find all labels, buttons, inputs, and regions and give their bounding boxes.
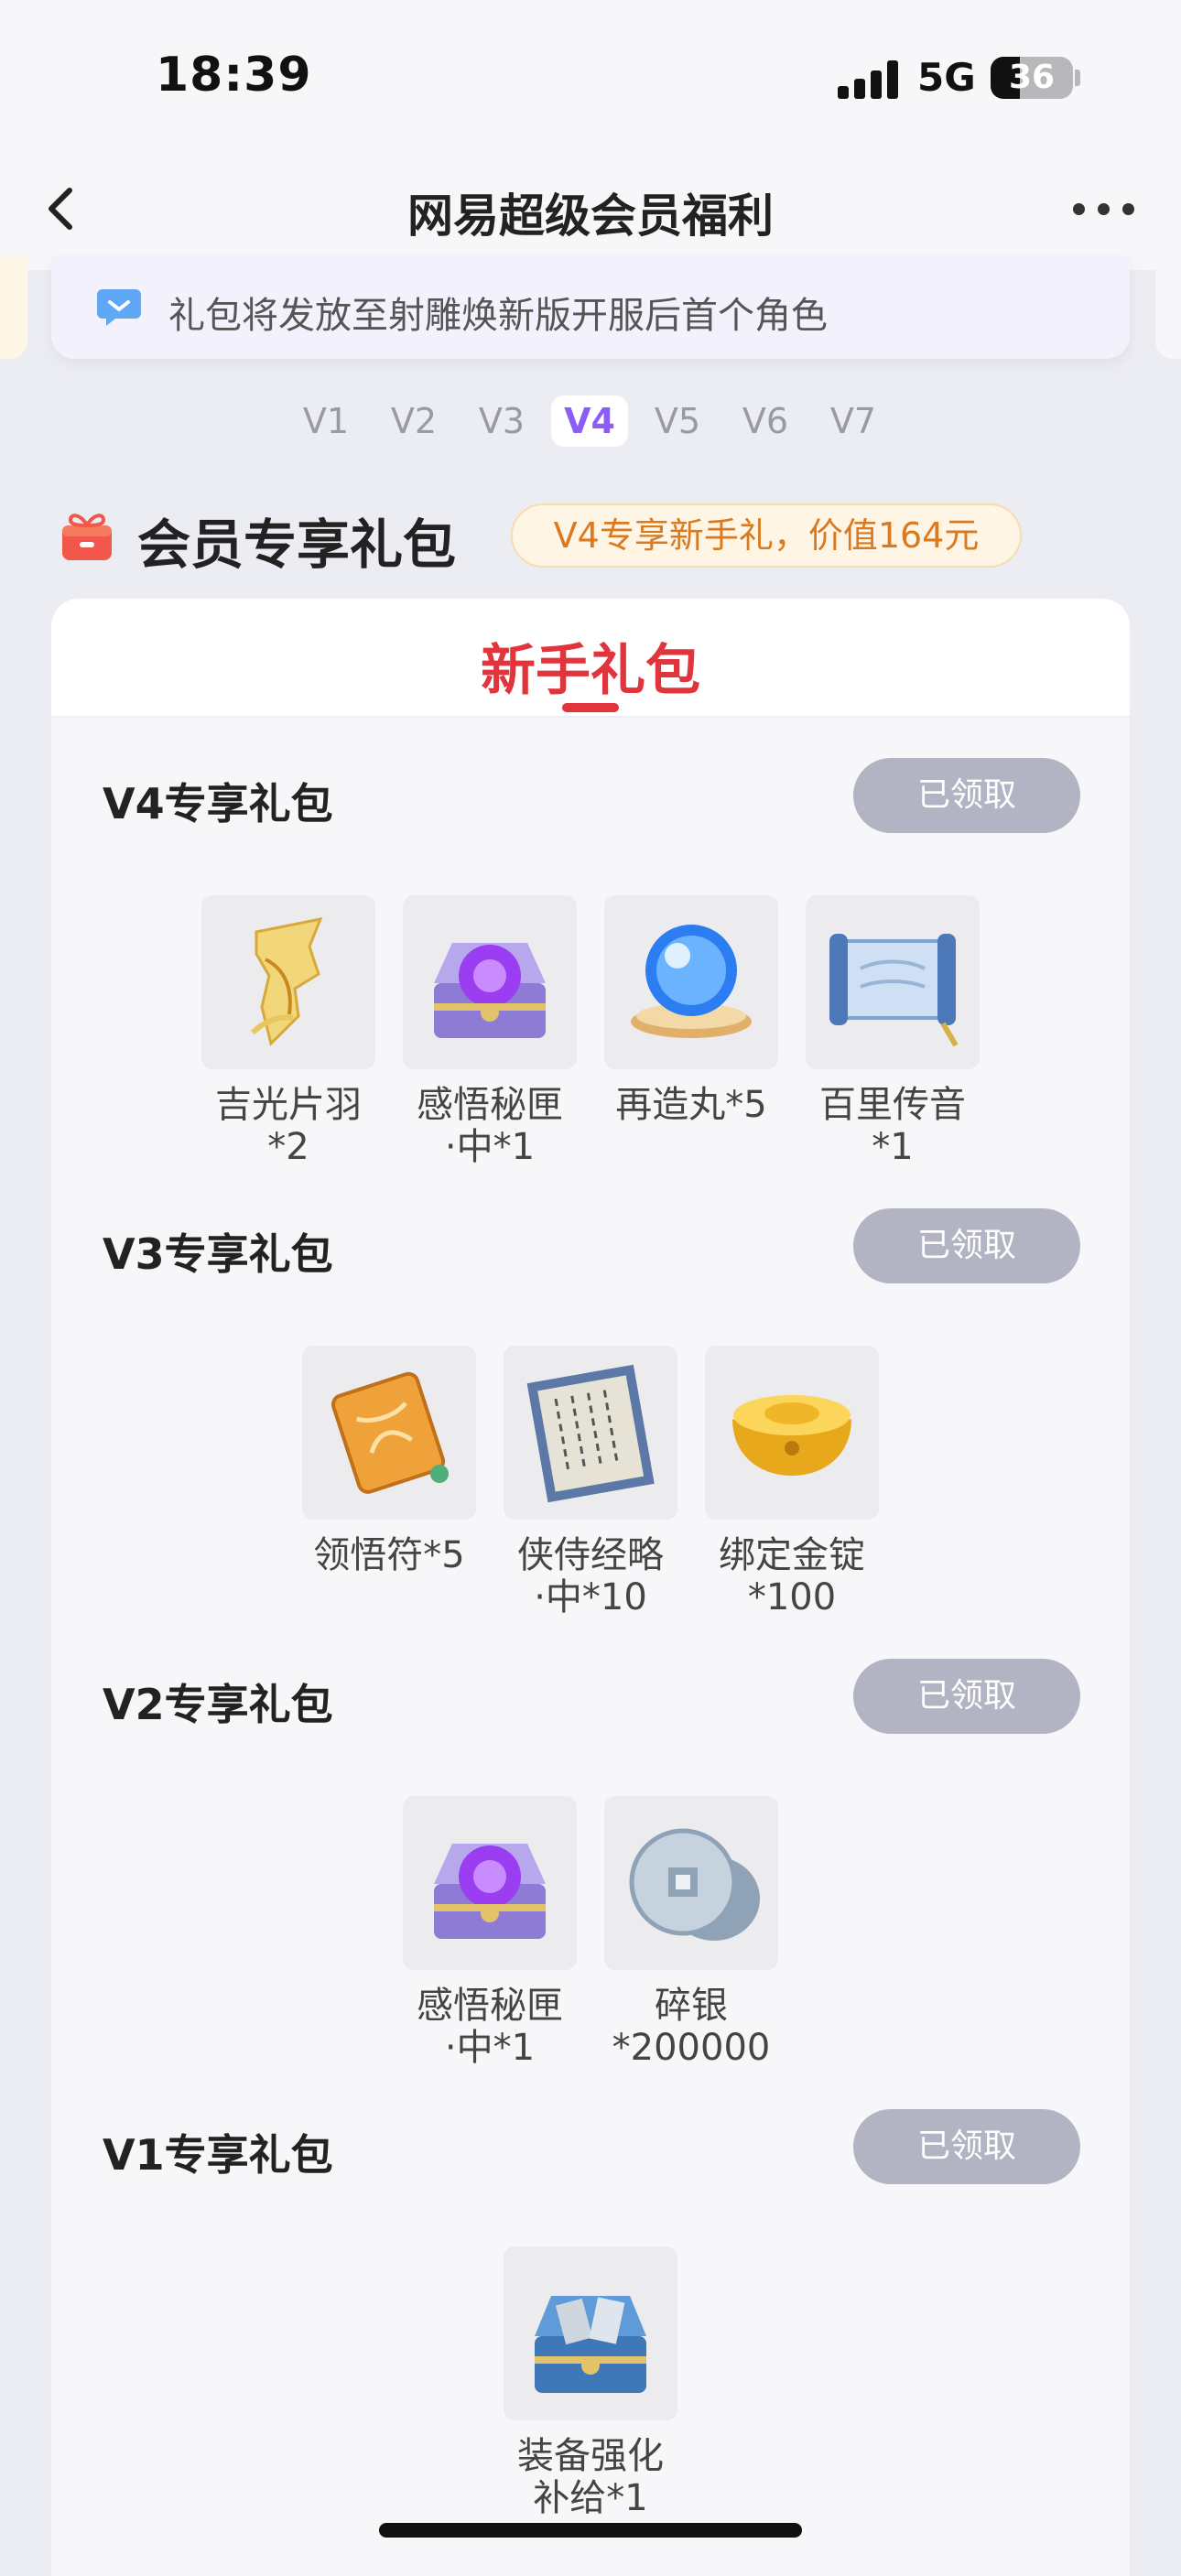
manual-book-icon: [504, 1346, 677, 1520]
section-title: 会员专享礼包: [137, 514, 457, 576]
signal-icon: [838, 60, 902, 99]
item-label: 侠侍经略 ·中*10: [517, 1534, 664, 1618]
chat-bubble-icon: [97, 289, 141, 326]
more-dot: [1122, 203, 1134, 215]
battery-icon: 36: [991, 57, 1073, 99]
tab-newbie-pack[interactable]: 新手礼包: [51, 626, 1130, 706]
pack-item[interactable]: 绑定金锭 *100: [705, 1346, 879, 1618]
scroll-icon: [806, 895, 980, 1069]
tab-v3[interactable]: V3: [463, 395, 540, 447]
tab-v6[interactable]: V6: [727, 395, 804, 447]
pack-item[interactable]: 装备强化 补给*1: [504, 2246, 677, 2519]
claimed-button-v4[interactable]: 已领取: [853, 758, 1080, 833]
crystal-orb-icon: [604, 895, 778, 1069]
pack-item[interactable]: 感悟秘匣 ·中*1: [403, 895, 577, 1168]
battery-level: 36: [1008, 59, 1056, 96]
network-type: 5G: [917, 55, 976, 100]
tab-indicator: [562, 703, 619, 712]
gold-ingot-icon: [705, 1346, 879, 1520]
pack-item[interactable]: 碎银 *200000: [604, 1796, 778, 2069]
claimed-button-v3[interactable]: 已领取: [853, 1208, 1080, 1283]
item-label: 百里传音 *1: [819, 1084, 966, 1168]
pack-title-v1: V1专享礼包: [103, 2130, 333, 2180]
card-header: 新手礼包: [51, 599, 1130, 718]
status-time: 18:39: [156, 48, 312, 103]
pack-item[interactable]: 吉光片羽 *2: [201, 895, 375, 1168]
gift-card: 新手礼包 V4专享礼包 已领取 吉光片羽*2 感悟秘匣·中*1 再造丸*5: [51, 599, 1130, 2576]
nav-bar: 网易超级会员福利: [0, 146, 1181, 270]
tab-v1[interactable]: V1: [287, 395, 364, 447]
pack-item[interactable]: 百里传音 *1: [806, 895, 980, 1168]
item-label: 装备强化 补给*1: [517, 2435, 664, 2519]
talisman-icon: [302, 1346, 476, 1520]
pack-item[interactable]: 感悟秘匣 ·中*1: [403, 1796, 577, 2069]
more-dot: [1098, 203, 1110, 215]
item-label: 感悟秘匣 ·中*1: [417, 1985, 563, 2069]
more-dot: [1073, 203, 1085, 215]
pack-item[interactable]: 领悟符*5: [302, 1346, 476, 1576]
item-label: 绑定金锭 *100: [719, 1534, 865, 1618]
notice-banner: 礼包将发放至射雕焕新版开服后首个角色: [51, 256, 1130, 359]
tab-v4[interactable]: V4: [551, 395, 628, 447]
pack-item[interactable]: 侠侍经略 ·中*10: [504, 1346, 677, 1618]
pack-title-v4: V4专享礼包: [103, 779, 333, 828]
tab-v2[interactable]: V2: [375, 395, 452, 447]
tab-v7[interactable]: V7: [815, 395, 892, 447]
treasure-chest-purple-icon: [403, 1796, 577, 1970]
claimed-button-v1[interactable]: 已领取: [853, 2109, 1080, 2184]
item-label: 领悟符*5: [313, 1534, 465, 1576]
battery-cap: [1075, 70, 1080, 86]
pack-item[interactable]: 再造丸*5: [604, 895, 778, 1126]
pack-list: V4专享礼包 已领取 吉光片羽 *2 感悟秘匣 ·中*1 再造丸*5 百里传音 *1: [51, 718, 1130, 2576]
gift-icon: [62, 514, 112, 560]
notice-text: 礼包将发放至射雕焕新版开服后首个角色: [168, 295, 828, 337]
item-label: 碎银 *200000: [612, 1985, 771, 2069]
more-button[interactable]: [1073, 203, 1137, 216]
pack-title-v2: V2专享礼包: [103, 1680, 333, 1729]
tab-v5[interactable]: V5: [639, 395, 716, 447]
status-bar: 18:39 5G 36: [0, 0, 1181, 146]
item-label: 再造丸*5: [615, 1084, 767, 1126]
feather-icon: [201, 895, 375, 1069]
item-label: 感悟秘匣 ·中*1: [417, 1084, 563, 1168]
home-indicator[interactable]: [379, 2523, 802, 2538]
page-title: 网易超级会员福利: [407, 189, 774, 243]
carousel-edge-left: [0, 256, 27, 359]
treasure-chest-purple-icon: [403, 895, 577, 1069]
item-label: 吉光片羽 *2: [215, 1084, 362, 1168]
level-tabs: V1 V2 V3 V4 V5 V6 V7: [0, 395, 1181, 450]
claimed-button-v2[interactable]: 已领取: [853, 1659, 1080, 1734]
equipment-chest-icon: [504, 2246, 677, 2420]
silver-coin-icon: [604, 1796, 778, 1970]
carousel-edge-right: [1155, 256, 1181, 359]
pack-title-v3: V3专享礼包: [103, 1229, 333, 1279]
value-badge: V4专享新手礼，价值164元: [511, 503, 1022, 568]
